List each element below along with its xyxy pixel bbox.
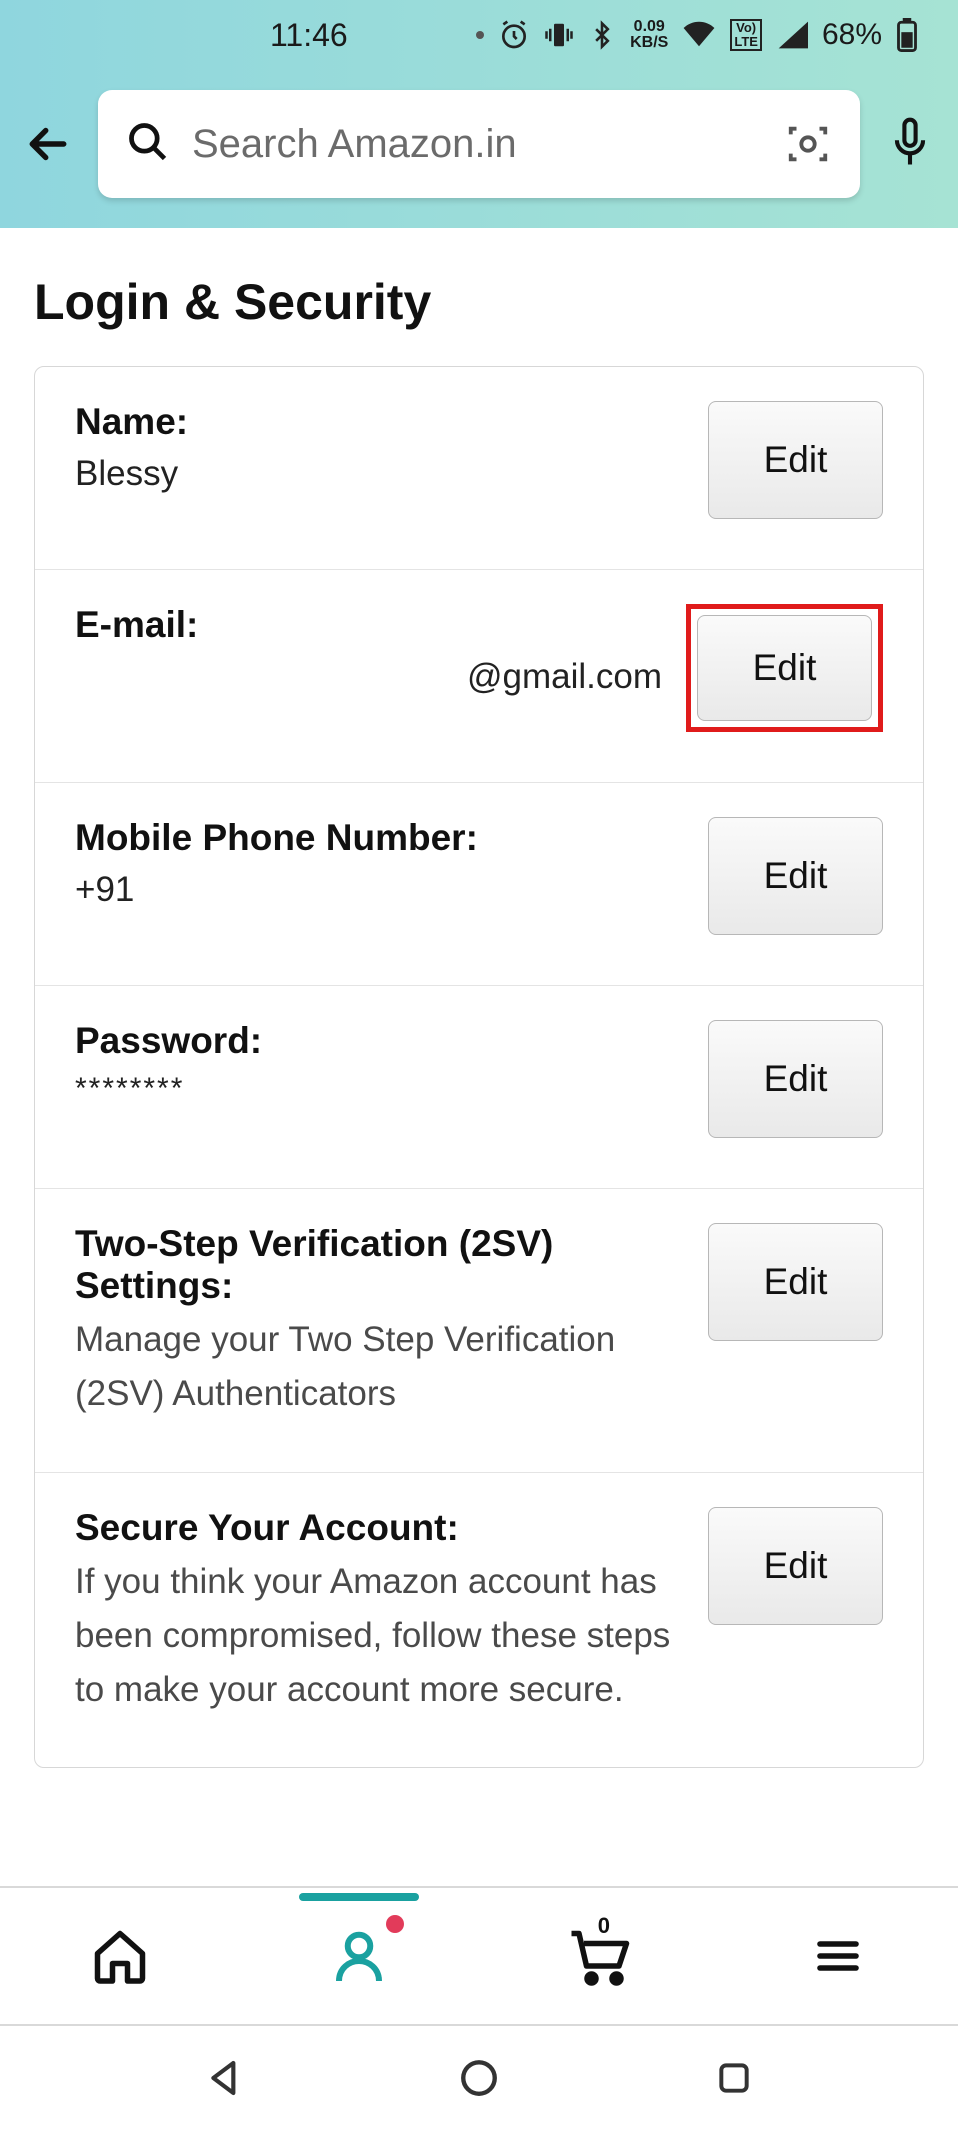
cart-count-badge: 0 xyxy=(598,1913,610,1939)
status-bar: 11:46 0.09 KB/S Vo) LTE 68% xyxy=(0,0,958,70)
signal-icon xyxy=(776,21,808,49)
tab-active-indicator-icon xyxy=(299,1893,419,1901)
edit-name-button[interactable]: Edit xyxy=(708,401,883,519)
search-placeholder: Search Amazon.in xyxy=(192,122,762,167)
system-nav-bar xyxy=(0,2026,958,2129)
bottom-tab-bar: 0 xyxy=(0,1886,958,2026)
nav-recent-button[interactable] xyxy=(704,2048,764,2108)
edit-phone-button[interactable]: Edit xyxy=(708,817,883,935)
edit-email-highlight: Edit xyxy=(686,604,883,732)
row-secure-account: Secure Your Account: If you think your A… xyxy=(35,1473,923,1768)
search-box[interactable]: Search Amazon.in xyxy=(98,90,860,198)
login-security-card: Name: Blessy Edit E-mail: @gmail.com Edi… xyxy=(34,366,924,1768)
email-value: @gmail.com xyxy=(75,652,666,701)
status-time: 11:46 xyxy=(270,17,348,54)
volte-icon: Vo) LTE xyxy=(730,19,762,52)
email-label: E-mail: xyxy=(75,604,666,646)
edit-secure-button[interactable]: Edit xyxy=(708,1507,883,1625)
search-icon xyxy=(126,120,170,169)
wifi-icon xyxy=(682,21,716,49)
twosv-label: Two-Step Verification (2SV) Settings: xyxy=(75,1223,688,1307)
page-title: Login & Security xyxy=(0,228,958,366)
secure-desc: If you think your Amazon account has bee… xyxy=(75,1555,688,1718)
name-label: Name: xyxy=(75,401,688,443)
data-rate: 0.09 KB/S xyxy=(630,19,668,51)
alarm-icon xyxy=(498,19,530,51)
name-value: Blessy xyxy=(75,449,688,498)
phone-value: +91 xyxy=(75,865,688,914)
notification-dot-icon xyxy=(386,1915,404,1933)
camera-scan-icon[interactable] xyxy=(784,120,832,168)
tab-home[interactable] xyxy=(85,1921,155,1991)
twosv-desc: Manage your Two Step Verification (2SV) … xyxy=(75,1313,688,1422)
tab-menu[interactable] xyxy=(803,1921,873,1991)
status-dot-icon xyxy=(476,31,484,39)
back-button[interactable] xyxy=(18,114,78,174)
row-phone: Mobile Phone Number: +91 Edit xyxy=(35,783,923,986)
battery-icon xyxy=(896,18,918,52)
battery-percent: 68% xyxy=(822,18,882,52)
app-header: Search Amazon.in xyxy=(0,70,958,228)
phone-label: Mobile Phone Number: xyxy=(75,817,688,859)
nav-home-button[interactable] xyxy=(449,2048,509,2108)
vibrate-icon xyxy=(544,20,574,50)
row-email: E-mail: @gmail.com Edit xyxy=(35,570,923,783)
edit-password-button[interactable]: Edit xyxy=(708,1020,883,1138)
voice-search-button[interactable] xyxy=(880,114,940,174)
row-password: Password: ******** Edit xyxy=(35,986,923,1189)
password-label: Password: xyxy=(75,1020,688,1062)
edit-2sv-button[interactable]: Edit xyxy=(708,1223,883,1341)
password-value: ******** xyxy=(75,1068,688,1110)
tab-account[interactable] xyxy=(324,1921,394,1991)
edit-email-button[interactable]: Edit xyxy=(697,615,872,721)
tab-cart[interactable]: 0 xyxy=(564,1921,634,1991)
secure-label: Secure Your Account: xyxy=(75,1507,688,1549)
row-2sv: Two-Step Verification (2SV) Settings: Ma… xyxy=(35,1189,923,1473)
row-name: Name: Blessy Edit xyxy=(35,367,923,570)
nav-back-button[interactable] xyxy=(195,2048,255,2108)
bluetooth-icon xyxy=(588,19,616,51)
